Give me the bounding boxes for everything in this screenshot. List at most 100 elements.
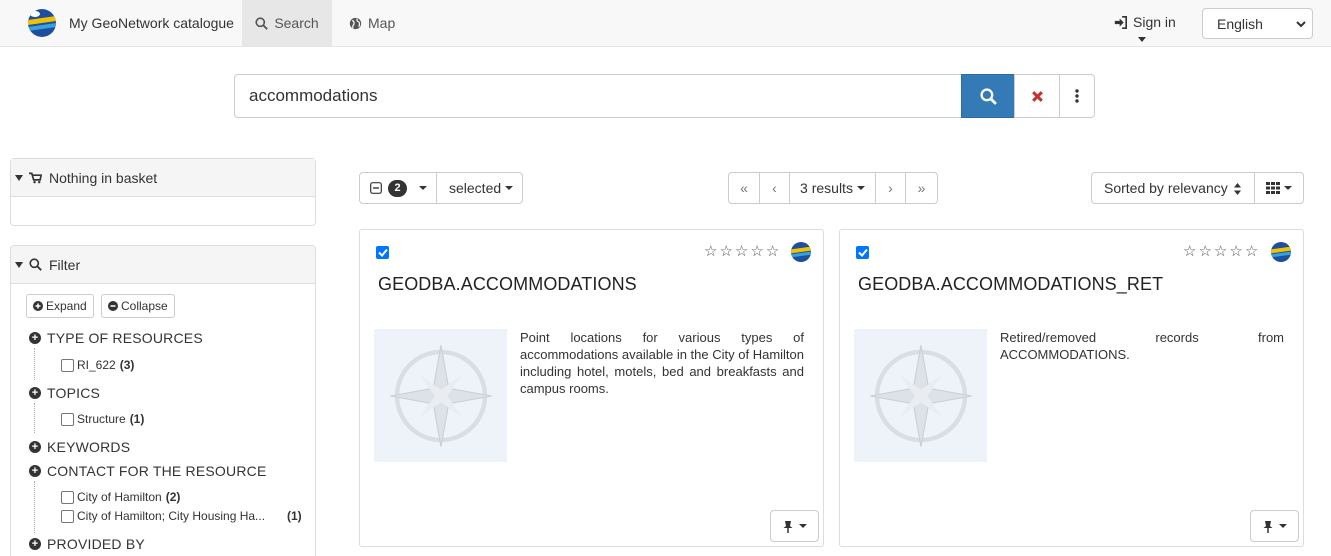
facet-item-count: (2) xyxy=(165,490,181,504)
facet-item-label: Structure xyxy=(77,412,126,426)
selected-count-badge: 2 xyxy=(388,179,407,197)
signin-link[interactable]: Sign in xyxy=(1114,14,1176,30)
collapse-label: Collapse xyxy=(121,299,168,313)
source-catalog-logo xyxy=(791,242,811,262)
shopping-cart-icon xyxy=(29,172,42,183)
filter-panel-header[interactable]: Filter xyxy=(11,246,315,284)
facet-tree-line xyxy=(34,481,35,533)
star-icon[interactable]: ☆ xyxy=(1214,244,1227,260)
facet-item-label: City of Hamilton; City Housing Ha... xyxy=(77,509,266,523)
facet-checkbox[interactable] xyxy=(61,490,74,504)
pin-icon xyxy=(1263,520,1272,533)
source-catalog-logo xyxy=(1271,242,1291,262)
signin-label: Sign in xyxy=(1133,14,1176,30)
ellipsis-vertical-icon xyxy=(1075,89,1079,103)
next-page-button[interactable]: › xyxy=(876,172,906,204)
language-value: English xyxy=(1217,15,1263,32)
caret-down-icon xyxy=(419,186,427,190)
result-card[interactable]: ☆ ☆ ☆ ☆ ☆ GEODBA.ACCOMMODATIONS Point locati… xyxy=(359,229,824,547)
pin-actions-button[interactable] xyxy=(770,510,819,542)
facet-checkbox[interactable] xyxy=(61,412,74,426)
basket-label: Nothing in basket xyxy=(49,169,158,186)
result-card[interactable]: ☆ ☆ ☆ ☆ ☆ GEODBA.ACCOMMODATIONS_RET Retired/… xyxy=(839,229,1304,547)
plus-circle-icon: + xyxy=(29,441,41,453)
caret-down-icon xyxy=(856,186,865,190)
nav-tab-search[interactable]: Search xyxy=(242,0,332,46)
search-icon xyxy=(29,258,42,271)
sort-select[interactable]: Sorted by relevancy xyxy=(1091,172,1255,204)
check-icon xyxy=(377,248,388,257)
star-icon[interactable]: ☆ xyxy=(1183,244,1196,260)
star-icon[interactable]: ☆ xyxy=(1198,244,1211,260)
star-icon[interactable]: ☆ xyxy=(766,244,779,260)
grid-icon xyxy=(1266,182,1280,194)
caret-down-icon xyxy=(1284,186,1292,190)
collapse-button[interactable]: Collapse xyxy=(101,294,175,318)
prev-page-button[interactable]: ‹ xyxy=(760,172,790,204)
facet-title-label: TYPE OF RESOURCES xyxy=(47,330,203,346)
compass-rose-icon xyxy=(389,344,492,447)
facet-keywords[interactable]: + KEYWORDS xyxy=(29,439,130,455)
first-page-button[interactable]: « xyxy=(728,172,760,204)
facet-item-structure[interactable]: Structure (1) xyxy=(61,412,144,426)
plus-circle-icon: + xyxy=(29,387,41,399)
star-icon[interactable]: ☆ xyxy=(719,244,732,260)
view-mode-button[interactable] xyxy=(1254,172,1304,204)
nav-tab-map[interactable]: Map xyxy=(349,0,395,46)
caret-down-icon xyxy=(505,186,514,190)
facet-title-label: PROVIDED BY xyxy=(47,536,145,552)
result-checkbox[interactable] xyxy=(856,246,869,259)
facet-checkbox[interactable] xyxy=(61,358,74,372)
search-icon xyxy=(255,16,269,30)
select-all-dropdown[interactable]: 2 xyxy=(359,172,437,204)
star-icon[interactable]: ☆ xyxy=(750,244,763,260)
brand-link[interactable]: My GeoNetwork catalogue xyxy=(28,7,234,39)
selected-actions-dropdown[interactable]: selected xyxy=(437,172,523,204)
star-icon[interactable]: ☆ xyxy=(1245,244,1258,260)
results-count-dropdown[interactable]: 3 results xyxy=(790,172,876,204)
signin-caret-icon[interactable] xyxy=(1138,37,1146,42)
facet-item-city-of-hamilton[interactable]: City of Hamilton (2) xyxy=(61,490,180,504)
top-navbar: My GeoNetwork catalogue Search Map Sign … xyxy=(0,0,1331,47)
search-icon xyxy=(979,87,997,105)
close-icon xyxy=(1031,90,1043,102)
facet-checkbox[interactable] xyxy=(61,509,74,523)
star-icon[interactable]: ☆ xyxy=(1229,244,1242,260)
result-checkbox[interactable] xyxy=(376,246,389,259)
search-input[interactable]: accommodations xyxy=(234,74,962,118)
facet-item-label: RI_622 xyxy=(77,358,116,372)
rating-stars[interactable]: ☆ ☆ ☆ ☆ ☆ xyxy=(704,244,781,260)
rating-stars[interactable]: ☆ ☆ ☆ ☆ ☆ xyxy=(1183,244,1260,260)
globe-icon xyxy=(349,17,362,29)
pin-actions-button[interactable] xyxy=(1250,510,1299,542)
star-icon[interactable]: ☆ xyxy=(704,244,717,260)
result-title[interactable]: GEODBA.ACCOMMODATIONS xyxy=(378,274,637,295)
result-title[interactable]: GEODBA.ACCOMMODATIONS_RET xyxy=(858,274,1163,295)
facet-type-of-resources[interactable]: + TYPE OF RESOURCES xyxy=(29,330,203,346)
more-options-button[interactable] xyxy=(1059,74,1095,118)
facet-title-label: TOPICS xyxy=(47,385,101,401)
minus-circle-icon xyxy=(108,301,118,311)
plus-circle-icon: + xyxy=(29,538,41,550)
star-icon[interactable]: ☆ xyxy=(735,244,748,260)
caret-down-icon xyxy=(1278,524,1287,528)
facet-tree-line xyxy=(34,348,35,380)
facet-provided-by[interactable]: + PROVIDED BY xyxy=(29,536,145,552)
facet-item-city-housing[interactable]: City of Hamilton; City Housing Ha... (1) xyxy=(61,509,302,523)
facet-contact-for-the-resource[interactable]: + CONTACT FOR THE RESOURCE xyxy=(29,463,266,479)
search-query: accommodations xyxy=(249,86,378,105)
language-select[interactable]: English xyxy=(1202,8,1313,39)
basket-panel-header[interactable]: Nothing in basket xyxy=(11,159,315,197)
facet-topics[interactable]: + TOPICS xyxy=(29,385,100,401)
facet-item-ri622[interactable]: RI_622 (3) xyxy=(61,358,134,372)
expand-button[interactable]: Expand xyxy=(26,294,94,318)
check-icon xyxy=(857,248,868,257)
brand-title: My GeoNetwork catalogue xyxy=(69,15,234,31)
result-thumbnail[interactable] xyxy=(854,329,987,462)
result-thumbnail[interactable] xyxy=(374,329,507,462)
facet-tree-line xyxy=(34,403,35,433)
clear-search-button[interactable] xyxy=(1014,74,1060,118)
last-page-button[interactable]: » xyxy=(906,172,938,204)
search-button[interactable] xyxy=(961,74,1015,118)
result-abstract: Retired/removed records from ACCOMMODATI… xyxy=(1000,330,1284,362)
